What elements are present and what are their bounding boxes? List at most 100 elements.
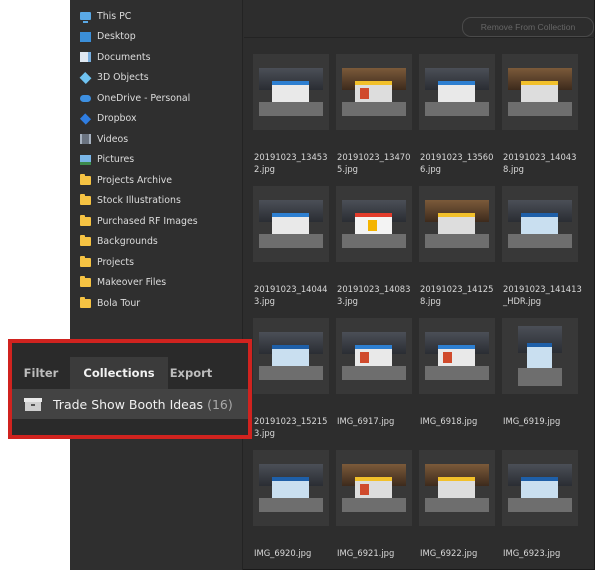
panel-tabs: Filter Collections Export (12, 357, 248, 389)
folder-item-onedrive[interactable]: OneDrive - Personal (70, 88, 243, 109)
thumbnail-item[interactable]: 20191023_134532.jpg (253, 54, 329, 186)
folder-item-projects-archive[interactable]: Projects Archive (70, 170, 243, 191)
booth-photo (342, 464, 406, 512)
folder-label: Stock Illustrations (97, 195, 181, 207)
folder-item-dropbox[interactable]: Dropbox (70, 109, 243, 130)
folder-item-stock-illustrations[interactable]: Stock Illustrations (70, 191, 243, 212)
tab-collections[interactable]: Collections (70, 357, 168, 389)
documents-icon (80, 52, 91, 63)
folder-icon (80, 255, 91, 267)
thumbnail-filename: IMG_6921.jpg (337, 548, 395, 558)
folder-item-pictures[interactable]: Pictures (70, 150, 243, 171)
thumbnail-image[interactable] (336, 54, 412, 130)
thumbnail-image[interactable] (336, 186, 412, 262)
thumbnail-filename: 20191023_140443.jpg (254, 284, 328, 306)
thumbnail-image[interactable] (502, 450, 578, 526)
thumbnail-image[interactable] (419, 54, 495, 130)
thumbnail-filename: 20191023_135606.jpg (420, 152, 494, 174)
folder-tree: This PC Desktop Documents 3D Objects One… (70, 6, 243, 314)
thumbnail-filename: IMG_6917.jpg (337, 416, 395, 426)
thumbnail-item[interactable]: 20191023_140443.jpg (253, 186, 329, 318)
booth-photo (342, 332, 406, 380)
booth-photo (508, 200, 572, 248)
folder-icon (80, 276, 91, 288)
booth-photo (259, 200, 323, 248)
thumbnail-item[interactable]: 20191023_134705.jpg (336, 54, 412, 186)
thumbnail-item[interactable]: 20191023_141413_HDR.jpg (502, 186, 582, 318)
folder-sidebar: This PC Desktop Documents 3D Objects One… (70, 0, 243, 570)
thumbnail-item[interactable]: 20191023_135606.jpg (419, 54, 495, 186)
thumbnail-image[interactable] (253, 186, 329, 262)
thumbnail-image[interactable] (502, 318, 578, 394)
folder-item-bola-tour[interactable]: Bola Tour (70, 293, 243, 314)
collections-panel-callout: Filter Collections Export Trade Show Boo… (8, 339, 252, 439)
thumbnail-image[interactable] (502, 186, 578, 262)
thumbnail-item[interactable]: IMG_6923.jpg (502, 450, 578, 582)
folder-item-projects[interactable]: Projects (70, 252, 243, 273)
folder-item-this-pc[interactable]: This PC (70, 6, 243, 27)
thumbnail-image[interactable] (253, 450, 329, 526)
booth-photo (508, 68, 572, 116)
booth-photo (259, 68, 323, 116)
thumbnail-image[interactable] (419, 186, 495, 262)
folder-item-backgrounds[interactable]: Backgrounds (70, 232, 243, 253)
folder-label: This PC (97, 10, 132, 22)
folder-item-desktop[interactable]: Desktop (70, 27, 243, 48)
folder-label: Pictures (97, 154, 135, 166)
thumbnail-item[interactable]: 20191023_140438.jpg (502, 54, 578, 186)
collection-item[interactable]: Trade Show Booth Ideas (16) (12, 389, 248, 419)
folder-icon (80, 214, 91, 226)
thumbnail-item[interactable]: 20191023_141258.jpg (419, 186, 495, 318)
thumbnail-filename: IMG_6923.jpg (503, 548, 561, 558)
thumbnail-item[interactable]: IMG_6919.jpg (502, 318, 578, 450)
thumbnail-image[interactable] (336, 318, 412, 394)
folder-label: Projects (97, 256, 134, 268)
thumbnail-image[interactable] (336, 450, 412, 526)
folder-label: Projects Archive (97, 174, 173, 186)
thumbnail-image[interactable] (253, 54, 329, 130)
thumbnail-item[interactable]: IMG_6918.jpg (419, 318, 495, 450)
folder-icon (80, 194, 91, 206)
folder-icon (80, 296, 91, 308)
remove-from-collection-button[interactable]: Remove From Collection (462, 17, 594, 37)
collection-count: (16) (207, 396, 233, 412)
thumbnail-item[interactable]: 20191023_152153.jpg (253, 318, 329, 450)
booth-photo (259, 332, 323, 380)
thumbnail-image[interactable] (502, 54, 578, 130)
thumbnail-image[interactable] (253, 318, 329, 394)
folder-label: Dropbox (97, 113, 137, 125)
tab-filter[interactable]: Filter (12, 357, 70, 389)
folder-label: Desktop (97, 31, 136, 43)
dropbox-icon (79, 113, 92, 125)
booth-photo (342, 200, 406, 248)
thumbnail-item[interactable]: IMG_6921.jpg (336, 450, 412, 582)
thumbnail-item[interactable]: IMG_6922.jpg (419, 450, 495, 582)
folder-label: Makeover Files (97, 277, 167, 289)
thumbnail-item[interactable]: IMG_6920.jpg (253, 450, 329, 582)
thumbnail-item[interactable]: IMG_6917.jpg (336, 318, 412, 450)
collection-name: Trade Show Booth Ideas (53, 396, 204, 412)
3d-objects-icon (79, 71, 92, 84)
folder-item-3d-objects[interactable]: 3D Objects (70, 68, 243, 89)
booth-photo (425, 200, 489, 248)
folder-item-documents[interactable]: Documents (70, 47, 243, 68)
thumbnail-filename: 20191023_140438.jpg (503, 152, 577, 174)
folder-label: Purchased RF Images (97, 215, 198, 227)
folder-label: 3D Objects (97, 72, 149, 84)
folder-label: Bola Tour (97, 297, 141, 309)
folder-item-makeover-files[interactable]: Makeover Files (70, 273, 243, 294)
onedrive-icon (80, 94, 91, 102)
folder-item-videos[interactable]: Videos (70, 129, 243, 150)
thumbnail-filename: 20191023_134705.jpg (337, 152, 411, 174)
pictures-icon (80, 154, 91, 165)
thumbnail-image[interactable] (419, 450, 495, 526)
booth-photo (425, 332, 489, 380)
booth-photo (425, 464, 489, 512)
thumbnail-grid: 20191023_134532.jpg 20191023_134705.jpg … (253, 54, 585, 564)
tab-export[interactable]: Export (168, 357, 214, 389)
thumbnail-item[interactable]: 20191023_140833.jpg (336, 186, 412, 318)
thumbnail-image[interactable] (419, 318, 495, 394)
booth-photo (342, 68, 406, 116)
thumbnail-filename: 20191023_140833.jpg (337, 284, 411, 306)
folder-item-purchased-rf-images[interactable]: Purchased RF Images (70, 211, 243, 232)
